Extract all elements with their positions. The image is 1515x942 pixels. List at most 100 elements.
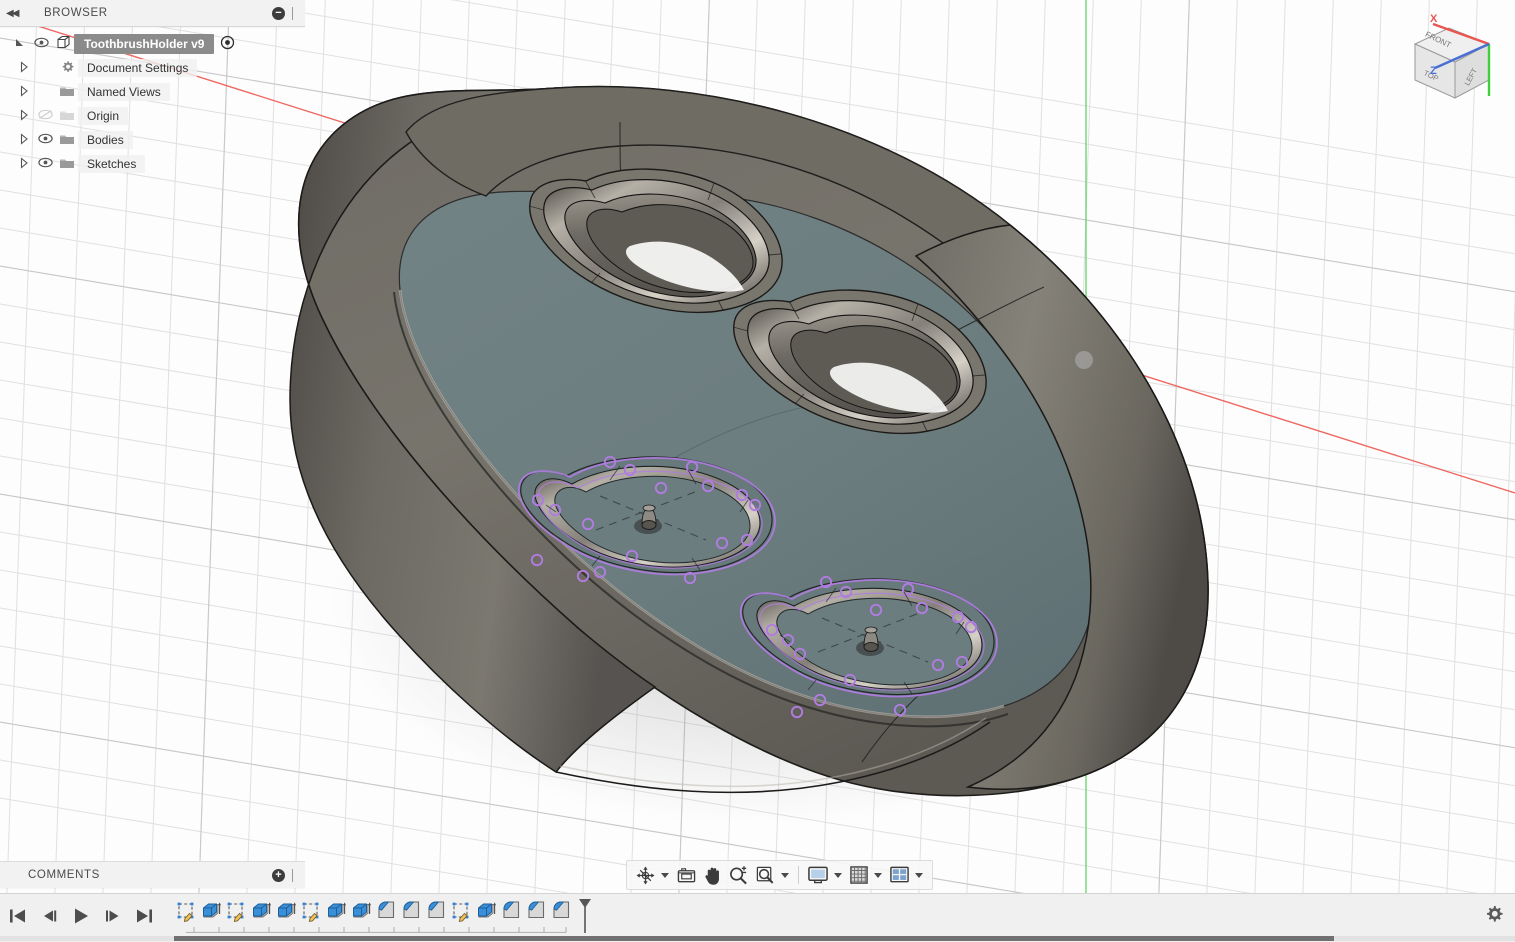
tree-node-document-settings[interactable]: Document Settings (0, 56, 305, 80)
chevron-right-icon[interactable] (14, 61, 34, 75)
magnifier-plus-minus-icon (730, 865, 747, 884)
chevron-right-icon[interactable] (14, 133, 34, 147)
extrude-icon (477, 902, 496, 918)
zoom-button[interactable] (725, 862, 752, 888)
hand-pan-icon (705, 867, 719, 885)
axis-z-label: Z (1430, 65, 1437, 77)
timeline-item-extrude[interactable] (324, 897, 349, 927)
fit-dropdown-caret-icon[interactable] (781, 872, 789, 878)
play-icon (75, 908, 88, 923)
timeline-item-fillet[interactable] (399, 897, 424, 927)
timeline-item-fillet[interactable] (549, 897, 574, 927)
fillet-icon (502, 901, 519, 919)
navbar-separator (798, 866, 799, 884)
timeline-item-fillet[interactable] (424, 897, 449, 927)
timeline-item-extrude[interactable] (349, 897, 374, 927)
play-button[interactable] (70, 906, 92, 931)
horizontal-scrollbar[interactable] (0, 936, 1515, 941)
timeline-item-extrude[interactable] (274, 897, 299, 927)
eye-icon[interactable] (34, 133, 56, 147)
browser-tree[interactable]: ToothbrushHolder v9 Document Settings Na… (0, 27, 305, 176)
tree-node-bodies[interactable]: Bodies (0, 128, 305, 152)
viewports-dropdown-caret-icon[interactable] (915, 872, 923, 878)
tree-node-sketches[interactable]: Sketches (0, 152, 305, 176)
expand-triangle-icon[interactable] (10, 37, 30, 51)
timeline-item-fillet[interactable] (524, 897, 549, 927)
orbit-button[interactable] (632, 862, 659, 888)
timeline-item-extrude[interactable] (474, 897, 499, 927)
chevron-right-icon[interactable] (14, 157, 34, 171)
timeline-end-marker[interactable] (576, 897, 594, 937)
timeline-feature-list[interactable] (174, 897, 594, 939)
viewcube-box[interactable]: FRONT TOP LEFT (1413, 27, 1491, 99)
orbit-dropdown-caret-icon[interactable] (661, 872, 669, 878)
timeline-item-sketch[interactable] (224, 897, 249, 927)
eye-icon[interactable] (30, 37, 52, 51)
viewport-layout-icon (890, 866, 909, 883)
fit-button[interactable] (752, 862, 779, 888)
view-cube[interactable]: FRONT TOP LEFT X Z (1397, 6, 1507, 112)
pan-button[interactable] (700, 862, 725, 888)
timeline-item-sketch[interactable] (299, 897, 324, 927)
grid-snaps-dropdown-caret-icon[interactable] (874, 872, 882, 878)
timeline-playback-controls[interactable] (0, 906, 154, 931)
timeline-item-sketch[interactable] (449, 897, 474, 927)
step-forward-button[interactable] (103, 907, 123, 930)
browser-title: BROWSER (44, 7, 108, 19)
tree-node-root-label: ToothbrushHolder v9 (74, 34, 215, 54)
axis-x-label: X (1430, 13, 1438, 25)
viewports-button[interactable] (886, 862, 913, 888)
step-back-icon (44, 910, 57, 921)
timeline-item-fillet[interactable] (499, 897, 524, 927)
scrollbar-thumb[interactable] (174, 936, 1334, 941)
fillet-icon (527, 901, 544, 919)
go-to-beginning-button[interactable] (8, 907, 28, 930)
panel-resize-grip[interactable] (292, 868, 299, 882)
comments-header: COMMENTS + (0, 861, 305, 888)
timeline-bar[interactable] (0, 893, 1515, 942)
eye-off-icon[interactable] (34, 109, 56, 123)
navigation-bar[interactable] (626, 860, 933, 890)
look-at-button[interactable] (673, 862, 700, 888)
fillet-icon (377, 901, 394, 919)
chevron-right-icon[interactable] (14, 85, 34, 99)
step-back-button[interactable] (39, 907, 59, 930)
tree-node-named-views[interactable]: Named Views (0, 80, 305, 104)
magnifier-fit-icon (756, 866, 774, 884)
timeline-item-sketch[interactable] (174, 897, 199, 927)
timeline-item-extrude[interactable] (249, 897, 274, 927)
browser-panel[interactable]: ◀◀ BROWSER − ToothbrushHolder v9 Documen… (0, 0, 305, 176)
tree-node-origin[interactable]: Origin (0, 104, 305, 128)
sketch-icon (177, 902, 193, 922)
timeline-item-fillet[interactable] (374, 897, 399, 927)
sketch-icon (227, 902, 243, 922)
timeline-item-extrude[interactable] (199, 897, 224, 927)
eye-icon[interactable] (34, 157, 56, 171)
double-chevron-left-icon[interactable]: ◀◀ (6, 8, 22, 19)
browser-header: ◀◀ BROWSER − (0, 0, 305, 27)
sketch-icon (302, 902, 318, 922)
comments-panel[interactable]: COMMENTS + (0, 861, 305, 888)
tree-node-root[interactable]: ToothbrushHolder v9 (0, 32, 305, 56)
folder-icon (56, 108, 78, 125)
panel-resize-grip[interactable] (292, 6, 299, 20)
extrude-icon (252, 902, 271, 918)
tree-node-label: Named Views (78, 83, 170, 101)
display-settings-button[interactable] (804, 862, 832, 888)
timeline-settings-button[interactable] (1483, 903, 1505, 930)
monitor-icon (808, 866, 828, 884)
skip-to-end-icon (137, 909, 152, 922)
tree-node-label: Bodies (78, 131, 133, 149)
timeline-end-marker-icon (579, 899, 591, 933)
extrude-icon (277, 902, 296, 918)
minus-circle-icon[interactable]: − (272, 6, 285, 20)
go-to-end-button[interactable] (134, 907, 154, 930)
target-dot-icon[interactable] (220, 35, 235, 53)
display-settings-dropdown-caret-icon[interactable] (834, 872, 842, 878)
chevron-right-icon[interactable] (14, 109, 34, 123)
grid-icon (850, 866, 868, 884)
component-cube-icon (52, 35, 74, 53)
grid-snaps-button[interactable] (846, 862, 872, 888)
skip-to-start-icon (10, 909, 25, 922)
plus-circle-icon[interactable]: + (272, 868, 285, 882)
